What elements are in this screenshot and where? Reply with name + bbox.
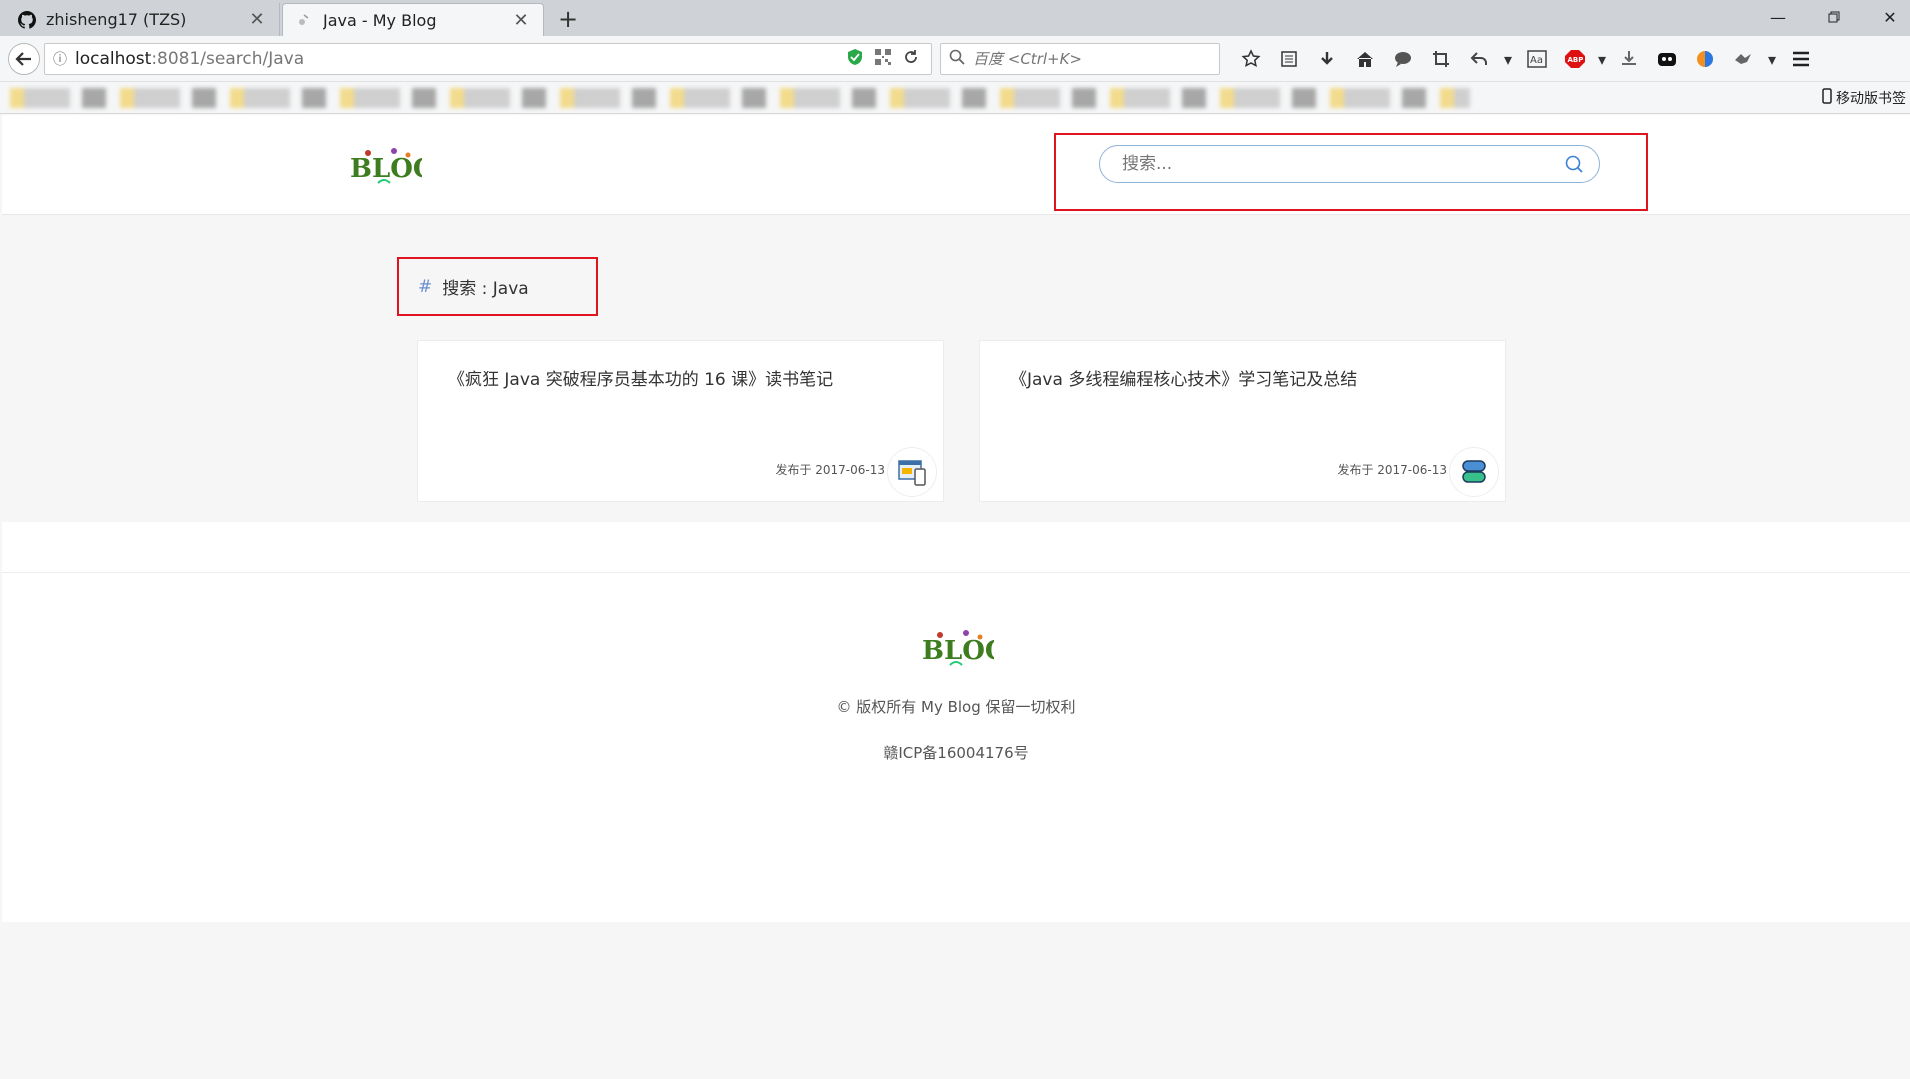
post-thumbnail[interactable] xyxy=(887,447,937,497)
footer-blog-logo[interactable]: BLOG xyxy=(920,625,994,669)
blog-logo[interactable]: BLOG xyxy=(348,143,422,187)
window-tablet-icon xyxy=(898,460,926,486)
url-text[interactable]: localhost:8081/search/Java xyxy=(75,49,847,69)
github-icon xyxy=(18,10,36,29)
hash-symbol: # xyxy=(418,276,433,297)
reader-list-icon[interactable] xyxy=(1270,43,1308,75)
chevron-down-icon[interactable]: ▾ xyxy=(1498,43,1518,75)
undo-icon[interactable] xyxy=(1460,43,1498,75)
tab-my-blog[interactable]: Java - My Blog ✕ xyxy=(282,3,544,36)
post-title[interactable]: 《Java 多线程编程核心技术》学习笔记及总结 xyxy=(1010,365,1357,390)
reload-icon[interactable] xyxy=(903,49,919,69)
mobile-phone-icon xyxy=(1822,88,1832,108)
site-search-input[interactable] xyxy=(1122,154,1563,174)
translate-icon[interactable]: Aa xyxy=(1518,43,1556,75)
page-favicon-icon xyxy=(295,11,313,29)
blurred-bookmarks[interactable] xyxy=(10,88,1470,108)
sync-globe-icon[interactable] xyxy=(1686,43,1724,75)
search-heading-label: 搜索 : Java xyxy=(442,279,529,299)
post-date: 发布于 2017-06-13 xyxy=(1337,463,1447,477)
new-tab-button[interactable]: + xyxy=(554,5,582,33)
url-bar[interactable]: ⓘ localhost:8081/search/Java xyxy=(44,43,932,75)
post-date: 发布于 2017-06-13 xyxy=(775,463,885,477)
chevron-down-icon[interactable]: ▾ xyxy=(1594,43,1610,75)
extension-cat-icon[interactable] xyxy=(1648,43,1686,75)
crop-icon[interactable] xyxy=(1422,43,1460,75)
bookmark-star-icon[interactable] xyxy=(1232,43,1270,75)
browser-search-input[interactable] xyxy=(973,50,1219,68)
post-card[interactable]: 《Java 多线程编程核心技术》学习笔记及总结 发布于 2017-06-13 xyxy=(979,340,1506,502)
icp-license-link[interactable]: 赣ICP备16004176号 xyxy=(2,742,1910,763)
site-header: BLOG xyxy=(2,115,1910,215)
extension-bird-icon[interactable] xyxy=(1724,43,1762,75)
site-search-box[interactable] xyxy=(1099,145,1600,183)
footer-divider xyxy=(2,572,1910,573)
tab-github[interactable]: zhisheng17 (TZS) ✕ xyxy=(6,3,280,36)
bookmarks-toolbar: 移动版书签 xyxy=(0,82,1910,114)
browser-nav-bar: ⓘ localhost:8081/search/Java ▾ Aa AB xyxy=(0,36,1910,82)
close-tab-icon[interactable]: ✕ xyxy=(511,10,531,31)
tab-title: Java - My Blog xyxy=(323,10,437,30)
close-tab-icon[interactable]: ✕ xyxy=(247,9,267,30)
minimize-window-button[interactable]: — xyxy=(1758,4,1798,30)
back-button[interactable] xyxy=(8,43,40,75)
svg-text:Aa: Aa xyxy=(1530,55,1543,66)
browser-tab-bar: zhisheng17 (TZS) ✕ Java - My Blog ✕ + — … xyxy=(0,0,1910,36)
browser-toolbar: ▾ Aa ABP ▾ ▾ xyxy=(1232,43,1820,75)
post-title[interactable]: 《疯狂 Java 突破程序员基本功的 16 课》读书笔记 xyxy=(448,365,833,390)
site-info-icon[interactable]: ⓘ xyxy=(45,49,75,69)
shield-icon[interactable] xyxy=(847,48,863,70)
qr-code-icon[interactable] xyxy=(875,49,891,69)
download-tray-icon[interactable] xyxy=(1610,43,1648,75)
adblock-icon[interactable]: ABP xyxy=(1556,43,1594,75)
home-icon[interactable] xyxy=(1346,43,1384,75)
chat-bubble-icon[interactable] xyxy=(1384,43,1422,75)
search-result-heading: # 搜索 : Java xyxy=(397,257,598,316)
hamburger-menu-icon[interactable] xyxy=(1782,43,1820,75)
post-card[interactable]: 《疯狂 Java 突破程序员基本功的 16 课》读书笔记 发布于 2017-06… xyxy=(417,340,944,502)
chat-stack-icon xyxy=(1462,460,1486,483)
mobile-bookmarks[interactable]: 移动版书签 xyxy=(1822,88,1906,108)
close-window-button[interactable]: ✕ xyxy=(1870,4,1910,30)
search-icon xyxy=(949,49,965,69)
chevron-down-icon[interactable]: ▾ xyxy=(1762,43,1782,75)
search-icon[interactable] xyxy=(1563,153,1585,175)
copyright-text: © 版权所有 My Blog 保留一切权利 xyxy=(836,698,1076,716)
tab-title: zhisheng17 (TZS) xyxy=(46,10,187,29)
post-thumbnail[interactable] xyxy=(1449,447,1499,497)
blog-page: BLOG # 搜索 : Java 《疯狂 Java 突破程序员基本功的 16 课… xyxy=(2,115,1910,1079)
site-footer: BLOG © 版权所有 My Blog 保留一切权利 赣ICP备16004176… xyxy=(2,522,1910,922)
svg-text:ABP: ABP xyxy=(1568,56,1584,64)
browser-search-bar[interactable] xyxy=(940,43,1220,75)
restore-window-button[interactable] xyxy=(1814,4,1854,30)
download-arrow-icon[interactable] xyxy=(1308,43,1346,75)
